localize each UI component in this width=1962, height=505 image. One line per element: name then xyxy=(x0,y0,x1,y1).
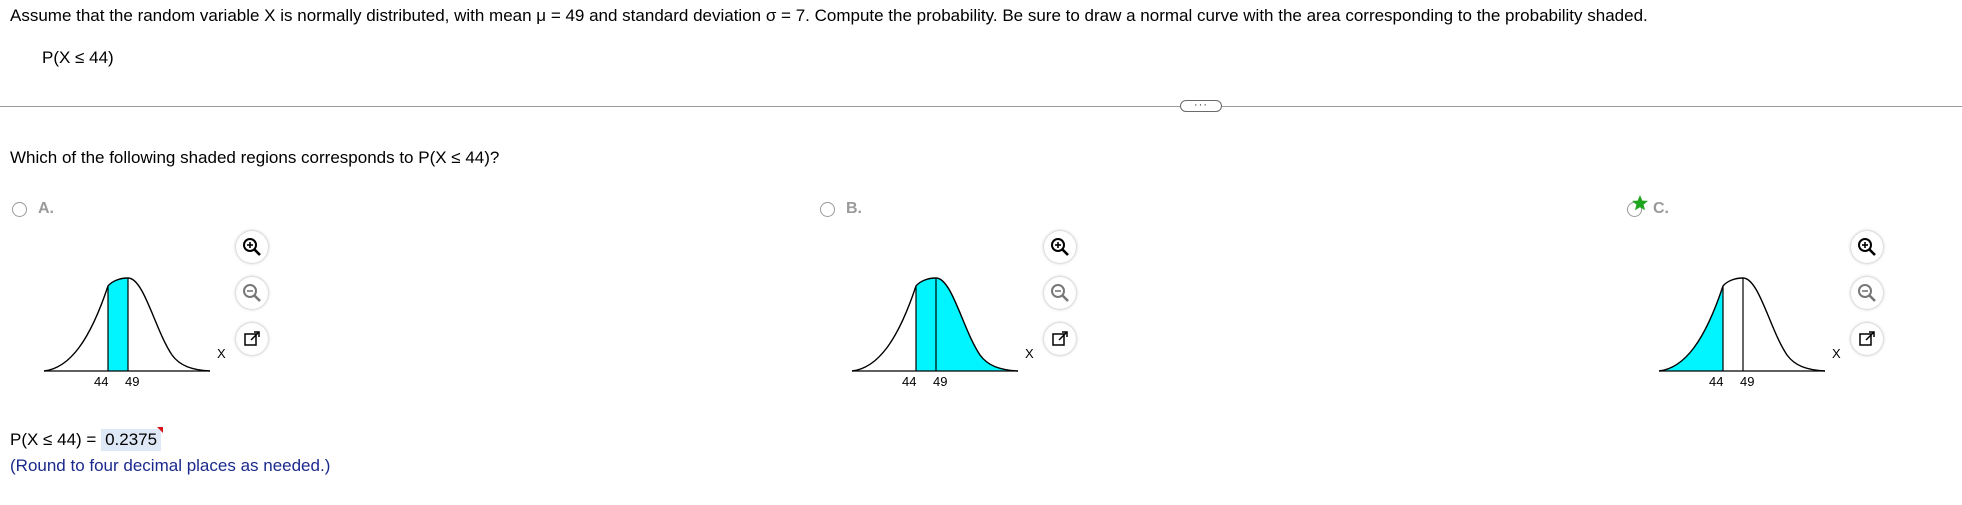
option-c-zoom-out-icon[interactable] xyxy=(1851,277,1883,309)
rounding-note: (Round to four decimal places as needed.… xyxy=(10,456,331,475)
option-a-tick-49: 49 xyxy=(125,374,140,389)
option-c-tick-49: 49 xyxy=(1740,374,1755,389)
answer-label: P(X ≤ 44) = xyxy=(10,430,97,449)
option-b-x-label: X xyxy=(1025,346,1034,361)
option-b-letter: B. xyxy=(846,200,862,217)
option-a-radio[interactable] xyxy=(12,202,27,217)
option-a-letter: A. xyxy=(38,200,54,217)
option-c-shaded-area xyxy=(1659,286,1723,371)
divider xyxy=(0,106,1962,107)
more-button[interactable]: ··· xyxy=(1180,100,1222,112)
option-b-radio[interactable] xyxy=(820,202,835,217)
option-c-zoom-in-icon[interactable] xyxy=(1851,231,1883,263)
flag-icon xyxy=(157,427,164,433)
option-b-shaded-area xyxy=(916,278,1018,371)
answer-line: P(X ≤ 44) = 0.2375 xyxy=(10,427,164,451)
correct-star-icon xyxy=(1632,195,1648,211)
option-b-open-window-icon[interactable] xyxy=(1044,323,1076,355)
option-c-graph xyxy=(1658,277,1826,372)
option-c-x-label: X xyxy=(1832,346,1841,361)
option-a-tick-44: 44 xyxy=(94,374,109,389)
option-c-open-window-icon[interactable] xyxy=(1851,323,1883,355)
option-b-zoom-in-icon[interactable] xyxy=(1044,231,1076,263)
question-text: Assume that the random variable X is nor… xyxy=(10,6,1648,25)
prompt-text: Which of the following shaded regions co… xyxy=(10,148,500,167)
option-c-normal-curve xyxy=(1658,277,1826,372)
probability-expression: P(X ≤ 44) xyxy=(42,48,114,67)
option-b-tick-49: 49 xyxy=(933,374,948,389)
option-b-tick-44: 44 xyxy=(902,374,917,389)
option-a-graph xyxy=(43,277,211,372)
option-a-x-label: X xyxy=(217,346,226,361)
option-c-letter: C. xyxy=(1653,200,1669,217)
answer-input[interactable]: 0.2375 xyxy=(101,427,164,451)
option-c-tick-44: 44 xyxy=(1709,374,1724,389)
option-b-zoom-out-icon[interactable] xyxy=(1044,277,1076,309)
option-a-zoom-out-icon[interactable] xyxy=(236,277,268,309)
option-a-zoom-in-icon[interactable] xyxy=(236,231,268,263)
option-a-open-window-icon[interactable] xyxy=(236,323,268,355)
option-a-shaded-area xyxy=(108,278,128,371)
answer-value: 0.2375 xyxy=(105,430,158,449)
option-b-graph xyxy=(851,277,1019,372)
